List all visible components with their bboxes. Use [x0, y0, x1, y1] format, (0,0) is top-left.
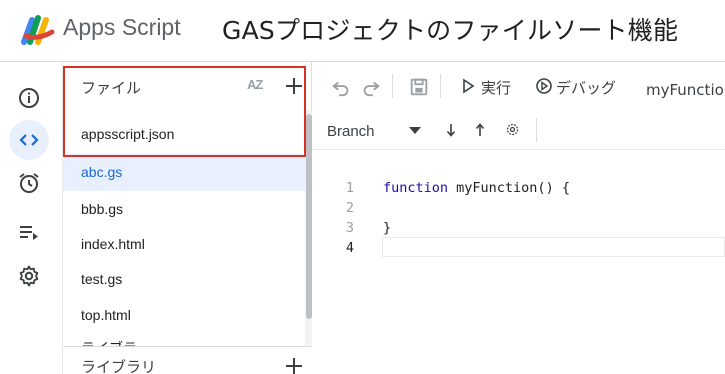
- line-number: 3: [345, 220, 354, 236]
- save-icon[interactable]: [408, 76, 430, 98]
- branch-label[interactable]: Branch: [327, 123, 375, 140]
- left-nav-rail: [0, 62, 62, 374]
- line-number: 2: [345, 200, 354, 216]
- project-title[interactable]: GASプロジェクトのファイルソート機能: [222, 11, 678, 47]
- debug-icon[interactable]: [535, 77, 553, 95]
- triggers-button[interactable]: [9, 163, 49, 203]
- info-icon: [19, 88, 39, 108]
- libraries-header: ライブラリ: [63, 346, 313, 374]
- code-line[interactable]: }: [383, 220, 391, 236]
- current-line-highlight: [382, 237, 725, 257]
- file-item-bbb-gs[interactable]: bbb.gs: [63, 191, 305, 228]
- debug-button[interactable]: デバッグ: [556, 77, 616, 98]
- toolbar-divider: [440, 74, 441, 98]
- run-button[interactable]: 実行: [481, 77, 511, 98]
- keyword-function: function: [383, 180, 449, 196]
- secondary-toolbar: Branch: [312, 110, 725, 150]
- file-item-top-html[interactable]: top.html: [63, 297, 305, 334]
- app-name[interactable]: Apps Script: [63, 14, 181, 41]
- line-number: 1: [345, 180, 354, 196]
- file-item-partial[interactable]: ライブラ: [81, 338, 137, 346]
- undo-icon[interactable]: [330, 76, 352, 98]
- top-bar: Apps Script GASプロジェクトのファイルソート機能: [0, 0, 725, 62]
- file-item-index-html[interactable]: index.html: [63, 226, 305, 263]
- run-icon[interactable]: [460, 78, 476, 94]
- libraries-title: ライブラリ: [81, 358, 157, 374]
- file-item-test-gs[interactable]: test.gs: [63, 261, 305, 298]
- redo-icon[interactable]: [360, 76, 382, 98]
- line-number: 4: [345, 240, 354, 256]
- settings-button[interactable]: [9, 256, 49, 296]
- highlight-annotation: [63, 66, 306, 157]
- code-line[interactable]: function myFunction() {: [383, 180, 570, 196]
- arrow-up-icon[interactable]: [474, 122, 486, 138]
- function-signature: myFunction() {: [448, 180, 570, 196]
- toolbar-divider: [536, 118, 537, 142]
- editor-button[interactable]: [9, 120, 49, 160]
- caret-down-icon[interactable]: [408, 123, 422, 137]
- toolbar-divider: [392, 74, 393, 98]
- gear-small-icon[interactable]: [505, 122, 520, 137]
- overview-button[interactable]: [9, 78, 49, 118]
- arrow-down-icon[interactable]: [445, 122, 457, 138]
- add-library-icon[interactable]: [282, 354, 306, 374]
- code-editor-panel: 実行 デバッグ myFunction Branch 1 2 3 4 functi…: [312, 62, 725, 374]
- editor-toolbar: 実行 デバッグ myFunction: [312, 62, 725, 110]
- apps-script-logo-icon[interactable]: [18, 12, 58, 48]
- code-icon: [19, 134, 39, 146]
- file-item-abc-gs[interactable]: abc.gs: [63, 154, 305, 191]
- alarm-clock-icon: [19, 173, 39, 193]
- gear-icon: [19, 265, 39, 287]
- code-area[interactable]: 1 2 3 4 function myFunction() { }: [312, 151, 725, 374]
- function-select[interactable]: myFunction: [646, 81, 725, 99]
- executions-button[interactable]: [9, 212, 49, 252]
- executions-icon: [20, 226, 38, 240]
